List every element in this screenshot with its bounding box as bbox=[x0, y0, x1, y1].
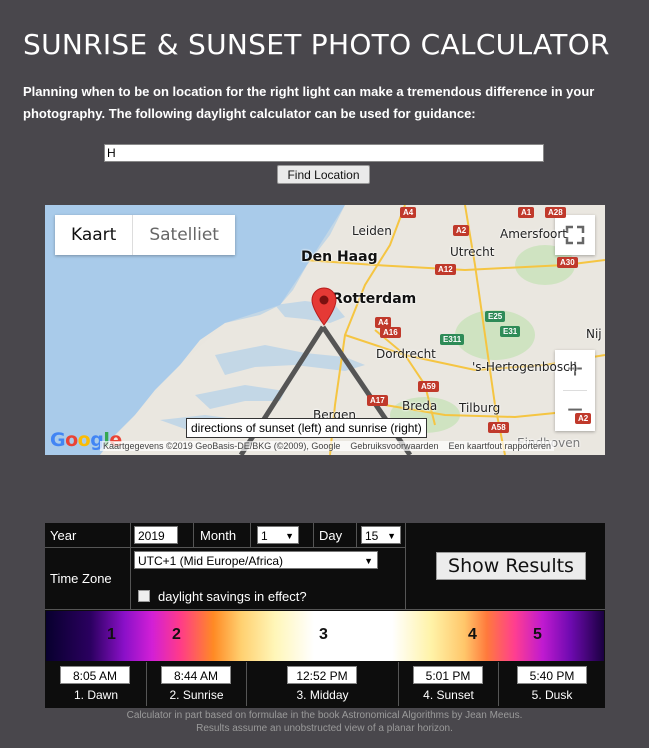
map-type-control: Kaart Satelliet bbox=[55, 215, 235, 255]
map-pin-icon[interactable] bbox=[311, 287, 337, 327]
sunset-label: 4. Sunset bbox=[423, 688, 474, 702]
location-search-input[interactable] bbox=[104, 144, 544, 162]
map-tooltip: directions of sunset (left) and sunrise … bbox=[186, 418, 427, 438]
show-results-button[interactable]: Show Results bbox=[436, 552, 586, 580]
dawn-time[interactable]: 8:05 AM bbox=[60, 666, 130, 684]
road-shield: A12 bbox=[435, 264, 456, 275]
road-shield: A28 bbox=[545, 207, 566, 218]
road-shield: E311 bbox=[440, 334, 465, 345]
city-label: Dordrecht bbox=[376, 347, 436, 361]
dst-checkbox[interactable] bbox=[138, 590, 150, 602]
road-shield: A16 bbox=[380, 327, 401, 338]
timezone-select[interactable]: UTC+1 (Mid Europe/Africa) ▼ bbox=[134, 551, 378, 569]
chevron-down-icon: ▼ bbox=[364, 556, 373, 566]
dst-label: daylight savings in effect? bbox=[158, 589, 307, 604]
report-error-link[interactable]: Een kaartfout rapporteren bbox=[448, 441, 551, 451]
attribution-text: Kaartgegevens ©2019 GeoBasis-DE/BKG (©20… bbox=[103, 441, 341, 451]
chevron-down-icon: ▼ bbox=[387, 531, 396, 541]
sunset-time[interactable]: 5:01 PM bbox=[413, 666, 483, 684]
road-shield: A59 bbox=[418, 381, 439, 392]
zoom-out-button[interactable]: − bbox=[555, 391, 595, 431]
terms-link[interactable]: Gebruiksvoorwaarden bbox=[350, 441, 438, 451]
stage-marker-dusk: 5 bbox=[533, 626, 542, 643]
footnote-line-1: Calculator in part based on formulae in … bbox=[126, 710, 523, 721]
sunrise-time[interactable]: 8:44 AM bbox=[161, 666, 231, 684]
page-title: SUNRISE & SUNSET PHOTO CALCULATOR bbox=[23, 28, 610, 61]
midday-label: 3. Midday bbox=[296, 688, 349, 702]
stage-marker-sunset: 4 bbox=[468, 626, 477, 643]
road-shield: A1 bbox=[518, 207, 535, 218]
timezone-value: UTC+1 (Mid Europe/Africa) bbox=[138, 554, 284, 568]
year-label: Year bbox=[50, 528, 77, 543]
month-value: 1 bbox=[261, 529, 268, 543]
city-label: Nij bbox=[586, 327, 602, 341]
road-shield: E25 bbox=[485, 311, 506, 322]
day-value: 15 bbox=[365, 529, 379, 543]
month-label: Month bbox=[200, 528, 237, 543]
map-type-tab-map[interactable]: Kaart bbox=[55, 215, 134, 255]
dawn-label: 1. Dawn bbox=[73, 688, 119, 702]
road-shield: A17 bbox=[367, 395, 388, 406]
road-shield: A30 bbox=[557, 257, 578, 268]
year-input[interactable]: 2019 bbox=[134, 526, 178, 544]
month-select[interactable]: 1 ▼ bbox=[257, 526, 299, 544]
intro-text: Planning when to be on location for the … bbox=[23, 84, 595, 121]
city-label: Rotterdam bbox=[332, 291, 417, 307]
day-label: Day bbox=[319, 528, 343, 543]
footnote-line-2: Results assume an unobstructed view of a… bbox=[196, 723, 453, 734]
chevron-down-icon: ▼ bbox=[285, 531, 294, 541]
stage-marker-midday: 3 bbox=[319, 626, 328, 643]
day-select[interactable]: 15 ▼ bbox=[361, 526, 401, 544]
dusk-label: 5. Dusk bbox=[531, 688, 573, 702]
city-label: Tilburg bbox=[459, 401, 501, 415]
road-shield: A2 bbox=[575, 413, 592, 424]
city-label: Den Haag bbox=[301, 249, 378, 265]
city-label: Leiden bbox=[352, 224, 392, 238]
stage-marker-dawn: 1 bbox=[107, 626, 116, 643]
road-shield: E31 bbox=[500, 326, 521, 337]
road-shield: A58 bbox=[488, 422, 509, 433]
sunrise-label: 2. Sunrise bbox=[169, 688, 224, 702]
find-location-button[interactable]: Find Location bbox=[277, 165, 370, 184]
timezone-label: Time Zone bbox=[50, 571, 112, 586]
city-label: 's-Hertogenbosch bbox=[472, 360, 578, 374]
city-label: Utrecht bbox=[450, 245, 495, 259]
dusk-time[interactable]: 5:40 PM bbox=[517, 666, 587, 684]
road-shield: A2 bbox=[453, 225, 470, 236]
midday-time[interactable]: 12:52 PM bbox=[287, 666, 357, 684]
road-shield: A4 bbox=[400, 207, 417, 218]
map-type-tab-satellite[interactable]: Satelliet bbox=[133, 215, 235, 255]
city-label: Breda bbox=[402, 399, 438, 413]
stage-marker-sunrise: 2 bbox=[172, 626, 181, 643]
map-attribution: Kaartgegevens ©2019 GeoBasis-DE/BKG (©20… bbox=[100, 441, 555, 451]
footnote: Calculator in part based on formulae in … bbox=[0, 709, 649, 735]
city-label: Amersfoort bbox=[500, 227, 568, 241]
